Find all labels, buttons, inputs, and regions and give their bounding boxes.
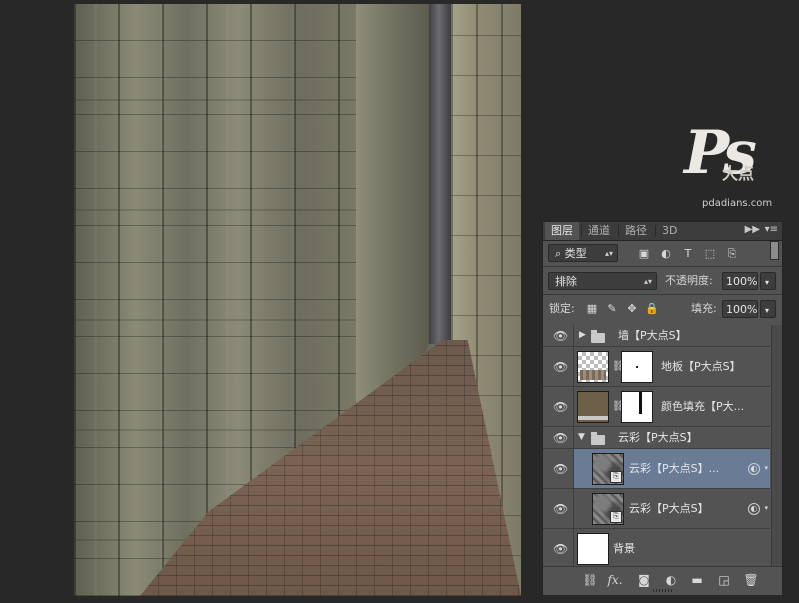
filter-type-icon[interactable]: T	[681, 247, 695, 261]
watermark-logo-cn: 大点	[722, 164, 755, 183]
eye-icon[interactable]: 👁	[553, 360, 568, 374]
layer-row[interactable]: 👁 ⎘ 云彩【P大点S】 ◐ ▾	[543, 489, 770, 529]
adjustment-layer-icon[interactable]: ◐	[663, 573, 679, 587]
layer-row[interactable]: 👁 背景	[543, 529, 770, 569]
layer-thumbnail: ⎘	[592, 453, 624, 485]
blend-mode-select[interactable]: 排除 ▴▾	[548, 272, 657, 290]
filter-smartobject-icon[interactable]: ⎘	[725, 247, 739, 261]
layer-name: 云彩【P大点S】...	[629, 462, 720, 475]
eye-icon[interactable]: 👁	[553, 462, 568, 476]
divider	[543, 266, 782, 267]
layer-row[interactable]: 👁 ▶ 墙【P大点S】	[543, 325, 770, 347]
panel-footer: ⛓ fx. ◙ ◐ ▬ ◲ 🗑	[543, 566, 782, 595]
document-canvas[interactable]	[74, 4, 521, 596]
folder-open-icon	[591, 432, 605, 445]
smart-filter-icon[interactable]: ◐	[748, 463, 760, 475]
filter-kind-label: 类型	[564, 247, 587, 260]
link-icon[interactable]: ⛓	[612, 360, 625, 374]
new-layer-icon[interactable]: ◲	[716, 573, 732, 587]
updown-arrow-icon: ▴▾	[643, 277, 652, 286]
lock-transparent-icon[interactable]: ▦	[585, 302, 599, 316]
layer-name: 云彩【P大点S】	[618, 431, 698, 444]
layer-thumbnail: ⎘	[592, 493, 624, 525]
layer-name: 颜色填充【P大...	[661, 400, 745, 413]
layer-name: 地板【P大点S】	[661, 360, 741, 373]
ps-watermark: Ps 大点 pdadians.com	[680, 118, 795, 213]
filter-kind-select[interactable]: ⌕ 类型 ▴▾	[548, 244, 618, 262]
layer-name: 背景	[613, 542, 635, 555]
lock-position-icon[interactable]: ✥	[625, 302, 639, 316]
lock-all-icon[interactable]: 🔒	[645, 302, 659, 316]
eye-icon[interactable]: 👁	[553, 542, 568, 556]
trash-icon[interactable]: 🗑	[743, 573, 759, 587]
fill-label: 填充:	[691, 302, 717, 315]
layers-panel: 图层 通道 路径 3D ▶▶ ▾≡ ⌕ 类型 ▴▾ ▣ ◐ T ⬚ ⎘ 排除 ▴…	[542, 221, 783, 595]
collapse-arrow-icon[interactable]: ▼	[578, 432, 585, 442]
layer-row[interactable]: 👁 ▼ 云彩【P大点S】	[543, 427, 770, 449]
opacity-field[interactable]: 100%	[722, 272, 758, 290]
tab-3d[interactable]: 3D	[656, 222, 683, 240]
new-group-icon[interactable]: ▬	[689, 573, 705, 587]
layer-thumbnail	[577, 533, 609, 565]
filter-pixel-icon[interactable]: ▣	[637, 247, 651, 261]
add-mask-icon[interactable]: ◙	[636, 573, 652, 587]
lock-label: 锁定:	[549, 302, 575, 315]
folder-icon	[591, 330, 605, 343]
mask-content	[636, 366, 638, 368]
fx-icon[interactable]: fx.	[607, 573, 623, 587]
lock-image-icon[interactable]: ✎	[605, 302, 619, 316]
eye-icon[interactable]: 👁	[553, 502, 568, 516]
fill-color-thumbnail[interactable]	[577, 391, 609, 423]
layer-name: 墙【P大点S】	[618, 329, 687, 342]
resize-grip[interactable]	[653, 589, 673, 592]
expand-effects-icon[interactable]: ▾	[764, 464, 768, 472]
tab-layers[interactable]: 图层	[545, 222, 579, 240]
tab-paths[interactable]: 路径	[619, 222, 653, 240]
watermark-url: pdadians.com	[702, 198, 773, 209]
layer-mask-thumbnail[interactable]	[621, 391, 653, 423]
link-icon[interactable]: ⛓	[612, 400, 625, 414]
fill-dropdown[interactable]: ▾	[760, 300, 776, 318]
updown-arrow-icon: ▴▾	[604, 249, 613, 258]
opacity-dropdown[interactable]: ▾	[760, 272, 776, 290]
smart-filter-icon[interactable]: ◐	[748, 503, 760, 515]
fill-field[interactable]: 100%	[722, 300, 758, 318]
search-icon: ⌕	[555, 247, 565, 260]
layer-mask-thumbnail[interactable]	[621, 351, 653, 383]
layer-row[interactable]: 👁 ⛓ 颜色填充【P大...	[543, 387, 770, 427]
layer-name: 云彩【P大点S】	[629, 502, 709, 515]
link-layers-icon[interactable]: ⛓	[582, 573, 598, 587]
divider	[543, 294, 782, 295]
eye-icon[interactable]: 👁	[553, 431, 568, 445]
sky-gap	[429, 4, 451, 344]
filter-shape-icon[interactable]: ⬚	[703, 247, 717, 261]
floor-thumb-content	[580, 370, 606, 380]
layer-row[interactable]: 👁 ⛓ 地板【P大点S】	[543, 347, 770, 387]
filter-toggle-switch[interactable]	[770, 241, 779, 260]
chevron-down-icon: ▾	[765, 306, 770, 315]
panel-tabbar: 图层 通道 路径 3D ▶▶ ▾≡	[543, 222, 782, 241]
opacity-label: 不透明度:	[665, 274, 713, 287]
mask-content	[639, 392, 642, 414]
eye-icon[interactable]: 👁	[553, 400, 568, 414]
eye-icon[interactable]: 👁	[553, 329, 568, 343]
blend-mode-value: 排除	[555, 275, 577, 288]
smart-object-icon: ⎘	[610, 471, 622, 483]
layers-scrollbar[interactable]	[771, 325, 782, 566]
expand-arrow-icon[interactable]: ▶	[579, 330, 586, 340]
smart-object-icon: ⎘	[610, 511, 622, 523]
filter-adjustment-icon[interactable]: ◐	[659, 247, 673, 261]
collapse-panel-icon[interactable]: ▶▶	[745, 224, 760, 235]
tab-channels[interactable]: 通道	[582, 222, 616, 240]
panel-menu-icon[interactable]: ▾≡	[765, 224, 778, 235]
chevron-down-icon: ▾	[765, 278, 770, 287]
layer-row-selected[interactable]: 👁 ⎘ 云彩【P大点S】... ◐ ▾	[543, 449, 770, 489]
expand-effects-icon[interactable]: ▾	[764, 504, 768, 512]
layer-thumbnail	[577, 351, 609, 383]
